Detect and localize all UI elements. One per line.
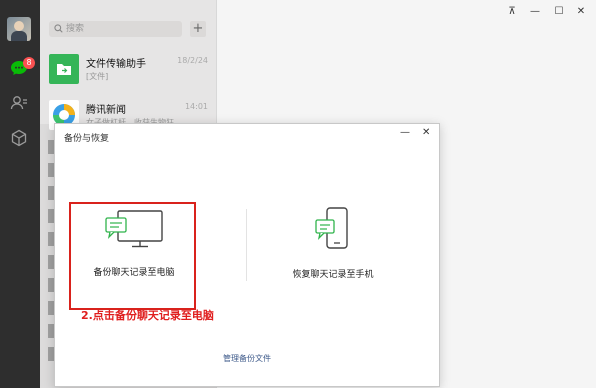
folder-icon	[57, 64, 71, 75]
close-button[interactable]: ✕	[575, 6, 587, 17]
search-input[interactable]	[66, 21, 176, 37]
annotation-highlight-box	[69, 202, 196, 310]
manage-backup-link[interactable]: 管理备份文件	[55, 353, 439, 364]
maximize-button[interactable]: ☐	[553, 6, 565, 17]
restore-to-phone-label: 恢复聊天记录至手机	[292, 270, 374, 280]
contacts-icon[interactable]	[9, 93, 29, 113]
annotation-text: 2.点击备份聊天记录至电脑	[81, 309, 214, 322]
phone-icon	[315, 207, 348, 249]
search-box[interactable]	[49, 21, 182, 37]
option-divider	[246, 209, 247, 281]
pin-button[interactable]: ⊼	[506, 6, 518, 17]
chat-name: 腾讯新闻	[86, 105, 126, 116]
chat-name: 文件传输助手	[86, 59, 146, 70]
nav-sidebar: 8	[0, 0, 40, 388]
chat-time: 14:01	[184, 102, 208, 111]
chat-item-file-transfer[interactable]: 文件传输助手 18/2/24 [文件]	[40, 47, 216, 91]
unread-badge: 8	[23, 57, 35, 69]
dialog-minimize-button[interactable]: —	[400, 127, 410, 138]
avatar-body	[11, 31, 27, 41]
file-transfer-avatar	[49, 54, 79, 84]
minimize-button[interactable]: —	[529, 6, 541, 17]
avatar-face	[14, 21, 24, 31]
box-icon[interactable]	[9, 128, 29, 148]
dialog-title: 备份与恢复	[64, 134, 110, 144]
chat-preview: [文件]	[86, 72, 109, 81]
dialog-close-button[interactable]: ✕	[422, 127, 430, 138]
chat-time: 18/2/24	[177, 56, 208, 65]
search-icon	[54, 24, 63, 33]
avatar[interactable]	[7, 17, 31, 41]
add-button[interactable]: +	[190, 21, 206, 37]
backup-restore-dialog: 备份与恢复 — ✕ 备份聊天记录至电脑 恢复聊天记录至手机 2.点击备份聊天记录…	[54, 123, 440, 387]
restore-to-phone-option[interactable]: 恢复聊天记录至手机	[269, 206, 397, 286]
